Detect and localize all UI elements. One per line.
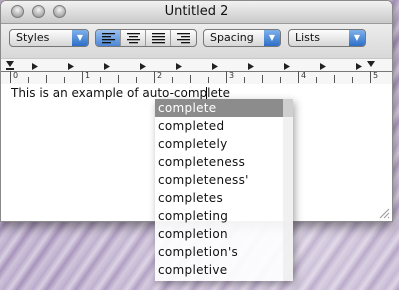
lists-popup-label: Lists (295, 31, 320, 44)
spacing-popup[interactable]: Spacing ▼ (203, 29, 281, 47)
format-toolbar: Styles ▼ Spacing ▼ Lists ▼ (1, 24, 392, 58)
chevron-down-icon: ▼ (264, 30, 280, 46)
title-bar[interactable]: Untitled 2 (1, 1, 392, 24)
ruler-number: 1 (85, 71, 91, 80)
lists-popup[interactable]: Lists ▼ (288, 29, 366, 47)
autocomplete-item[interactable]: completeness (155, 153, 293, 171)
autocomplete-list[interactable]: complete completed completely completene… (155, 99, 293, 281)
ruler-number: 4 (301, 71, 307, 80)
ruler-ticks (1, 61, 392, 83)
ruler[interactable]: 0 1 2 3 4 5 (1, 58, 392, 85)
autocomplete-item[interactable]: completion's (155, 243, 293, 261)
ruler-number: 0 (13, 71, 19, 80)
styles-popup-label: Styles (16, 31, 50, 44)
spacing-popup-label: Spacing (210, 31, 254, 44)
align-right-icon (177, 33, 190, 44)
autocomplete-item[interactable]: completed (155, 117, 293, 135)
autocomplete-item[interactable]: completely (155, 135, 293, 153)
autocomplete-item[interactable]: completion (155, 225, 293, 243)
justify-button[interactable] (146, 30, 171, 46)
styles-popup[interactable]: Styles ▼ (9, 29, 89, 47)
document-text: This is an example of auto-complete (11, 86, 230, 100)
chevron-down-icon: ▼ (72, 30, 88, 46)
align-left-icon (102, 33, 115, 44)
ruler-number: 2 (157, 71, 163, 80)
autocomplete-item[interactable]: completeness' (155, 171, 293, 189)
autocomplete-item[interactable]: completive (155, 261, 293, 279)
window-title: Untitled 2 (164, 4, 229, 19)
resize-grip-icon[interactable] (378, 207, 390, 219)
autocomplete-item[interactable]: complete (155, 99, 293, 117)
align-center-button[interactable] (121, 30, 146, 46)
autocomplete-scrollbar[interactable] (283, 99, 293, 281)
align-left-button[interactable] (96, 30, 121, 46)
justify-icon (152, 33, 165, 44)
autocomplete-item[interactable]: completing (155, 207, 293, 225)
chevron-down-icon: ▼ (349, 30, 365, 46)
autocomplete-item[interactable]: completes (155, 189, 293, 207)
align-center-icon (127, 33, 140, 44)
ruler-number: 5 (373, 71, 379, 80)
alignment-control (95, 29, 197, 47)
ruler-number: 3 (229, 71, 235, 80)
align-right-button[interactable] (171, 30, 196, 46)
